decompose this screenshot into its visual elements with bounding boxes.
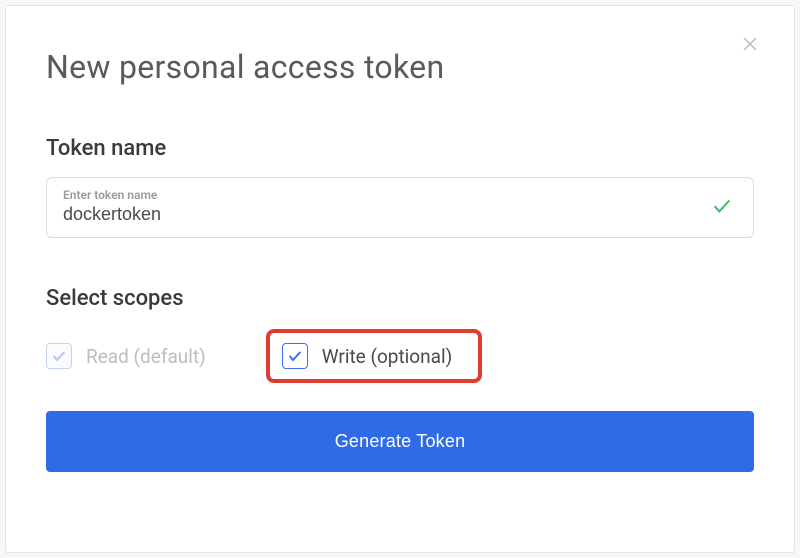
- scope-read-checkbox: [46, 343, 72, 369]
- close-icon: [740, 34, 760, 58]
- scope-write-highlight: Write (optional): [266, 329, 482, 383]
- token-name-label: Token name: [46, 136, 754, 161]
- scopes-row: Read (default) Write (optional): [46, 329, 754, 383]
- scope-read-label: Read (default): [86, 345, 206, 368]
- generate-token-button[interactable]: Generate Token: [46, 411, 754, 472]
- close-button[interactable]: [738, 34, 762, 58]
- check-icon: [711, 195, 733, 221]
- token-name-field-wrapper: Enter token name: [46, 177, 754, 238]
- new-token-modal: New personal access token Token name Ent…: [5, 5, 795, 553]
- token-name-input[interactable]: [63, 204, 697, 225]
- scope-read-option: Read (default): [46, 329, 206, 383]
- scope-write-label: Write (optional): [322, 345, 452, 368]
- token-name-floating-label: Enter token name: [63, 188, 737, 202]
- scope-write-checkbox[interactable]: [282, 343, 308, 369]
- select-scopes-label: Select scopes: [46, 286, 754, 311]
- modal-title: New personal access token: [46, 48, 754, 86]
